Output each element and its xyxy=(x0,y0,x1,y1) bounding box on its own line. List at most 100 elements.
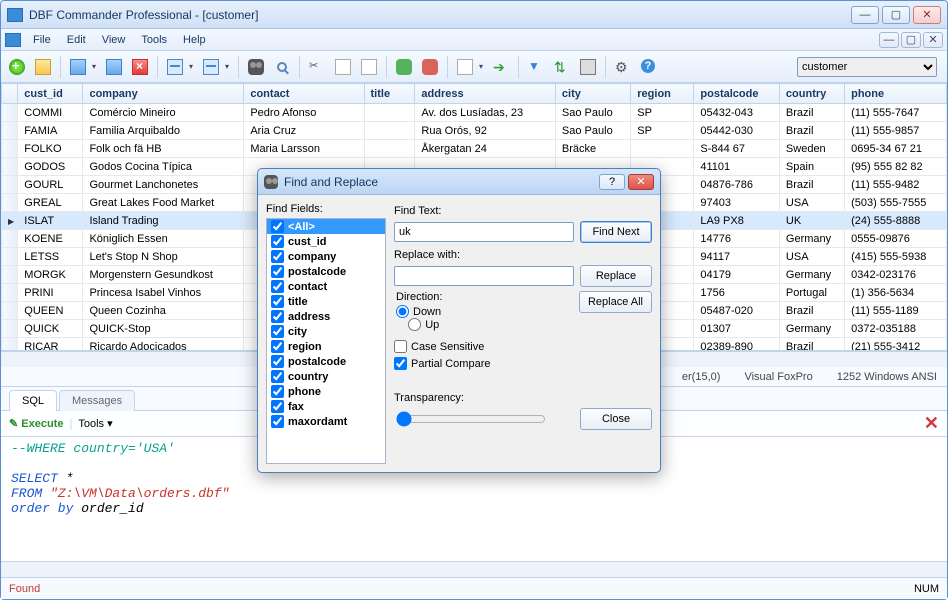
field-checkbox[interactable] xyxy=(271,250,284,263)
replace-button[interactable]: Replace xyxy=(580,265,652,287)
toolbar-delete[interactable] xyxy=(128,55,152,79)
cell[interactable]: Germany xyxy=(779,230,844,248)
cell[interactable]: S-844 67 xyxy=(694,140,780,158)
cell[interactable]: Königlich Essen xyxy=(83,230,244,248)
cell[interactable]: 0342-023176 xyxy=(845,266,947,284)
close-button[interactable]: ✕ xyxy=(913,6,941,24)
replace-all-button[interactable]: Replace All xyxy=(579,291,652,313)
replace-with-input[interactable] xyxy=(394,266,574,286)
cell[interactable]: 04179 xyxy=(694,266,780,284)
cell[interactable]: GODOS xyxy=(18,158,83,176)
field-item[interactable]: contact xyxy=(267,279,385,294)
cell[interactable]: Av. dos Lusíadas, 23 xyxy=(415,104,556,122)
cell[interactable]: (503) 555-7555 xyxy=(845,194,947,212)
cell[interactable]: RICAR xyxy=(18,338,83,352)
toolbar-new[interactable] xyxy=(5,55,29,79)
toolbar-db-remove[interactable] xyxy=(418,55,442,79)
mdi-close[interactable]: ✕ xyxy=(923,32,943,48)
cell[interactable]: 14776 xyxy=(694,230,780,248)
toolbar-filter[interactable] xyxy=(524,55,548,79)
cell[interactable]: (95) 555 82 82 xyxy=(845,158,947,176)
toolbar-export[interactable] xyxy=(453,55,487,79)
column-header-city[interactable]: city xyxy=(555,84,630,104)
cell[interactable]: Queen Cozinha xyxy=(83,302,244,320)
mdi-minimize[interactable]: — xyxy=(879,32,899,48)
menu-edit[interactable]: Edit xyxy=(59,31,94,49)
toolbar-open[interactable] xyxy=(31,55,55,79)
column-header-company[interactable]: company xyxy=(83,84,244,104)
toolbar-help[interactable] xyxy=(637,55,661,79)
field-checkbox[interactable] xyxy=(271,265,284,278)
partial-checkbox[interactable] xyxy=(394,357,407,370)
cell[interactable]: 02389-890 xyxy=(694,338,780,352)
execute-button[interactable]: Execute xyxy=(9,417,63,430)
up-radio[interactable] xyxy=(408,318,421,331)
toolbar-calc[interactable] xyxy=(576,55,600,79)
cell[interactable]: 01307 xyxy=(694,320,780,338)
direction-down[interactable]: Down xyxy=(396,305,571,318)
cell[interactable]: PRINI xyxy=(18,284,83,302)
cell[interactable]: Pedro Afonso xyxy=(244,104,364,122)
column-header-region[interactable]: region xyxy=(631,84,694,104)
field-checkbox[interactable] xyxy=(271,385,284,398)
field-item[interactable]: city xyxy=(267,324,385,339)
cell[interactable]: Brazil xyxy=(779,122,844,140)
cell[interactable]: Sao Paulo xyxy=(555,122,630,140)
toolbar-search[interactable] xyxy=(270,55,294,79)
toolbar-cut[interactable] xyxy=(305,55,329,79)
cell[interactable]: Princesa Isabel Vinhos xyxy=(83,284,244,302)
table-selector-dropdown[interactable]: customer xyxy=(797,57,937,77)
cell[interactable]: (415) 555-5938 xyxy=(845,248,947,266)
field-item[interactable]: title xyxy=(267,294,385,309)
cell[interactable]: QUEEN xyxy=(18,302,83,320)
cell[interactable]: Brazil xyxy=(779,302,844,320)
field-item[interactable]: country xyxy=(267,369,385,384)
cell[interactable]: 05432-043 xyxy=(694,104,780,122)
cell[interactable]: USA xyxy=(779,194,844,212)
cell[interactable]: LA9 PX8 xyxy=(694,212,780,230)
cell[interactable]: Godos Cocina Típica xyxy=(83,158,244,176)
cell[interactable]: (11) 555-9857 xyxy=(845,122,947,140)
cell[interactable]: SP xyxy=(631,122,694,140)
cell[interactable]: COMMI xyxy=(18,104,83,122)
cell[interactable]: QUICK-Stop xyxy=(83,320,244,338)
cell[interactable]: 0555-09876 xyxy=(845,230,947,248)
cell[interactable]: (21) 555-3412 xyxy=(845,338,947,352)
toolbar-find[interactable] xyxy=(244,55,268,79)
cell[interactable]: Gourmet Lanchonetes xyxy=(83,176,244,194)
cell[interactable]: QUICK xyxy=(18,320,83,338)
field-item[interactable]: region xyxy=(267,339,385,354)
cell[interactable]: Rua Orós, 92 xyxy=(415,122,556,140)
field-item[interactable]: fax xyxy=(267,399,385,414)
cell[interactable]: Ricardo Adocicados xyxy=(83,338,244,352)
menu-tools[interactable]: Tools xyxy=(133,31,175,49)
toolbar-structure[interactable] xyxy=(66,55,100,79)
toolbar-save[interactable] xyxy=(102,55,126,79)
table-row[interactable]: FOLKOFolk och fä HBMaria LarssonÅkergata… xyxy=(2,140,947,158)
toolbar-settings[interactable] xyxy=(611,55,635,79)
column-header-title[interactable]: title xyxy=(364,84,415,104)
cell[interactable]: 41101 xyxy=(694,158,780,176)
table-selector[interactable]: customer xyxy=(797,57,937,77)
cell[interactable]: 04876-786 xyxy=(694,176,780,194)
sql-scrollbar[interactable] xyxy=(1,561,947,577)
cell[interactable]: Brazil xyxy=(779,338,844,352)
column-header-contact[interactable]: contact xyxy=(244,84,364,104)
cell[interactable]: Maria Larsson xyxy=(244,140,364,158)
field-item[interactable]: cust_id xyxy=(267,234,385,249)
cell[interactable]: Morgenstern Gesundkost xyxy=(83,266,244,284)
maximize-button[interactable]: ▢ xyxy=(882,6,910,24)
cell[interactable] xyxy=(364,140,415,158)
cell[interactable]: MORGK xyxy=(18,266,83,284)
cell[interactable]: GREAL xyxy=(18,194,83,212)
cell[interactable]: (24) 555-8888 xyxy=(845,212,947,230)
sql-close-button[interactable]: ✕ xyxy=(924,413,939,434)
cell[interactable] xyxy=(364,104,415,122)
cell[interactable]: FOLKO xyxy=(18,140,83,158)
case-checkbox[interactable] xyxy=(394,340,407,353)
field-item[interactable]: <All> xyxy=(267,219,385,234)
cell[interactable]: Familia Arquibaldo xyxy=(83,122,244,140)
cell[interactable]: KOENE xyxy=(18,230,83,248)
dialog-titlebar[interactable]: Find and Replace ? ✕ xyxy=(258,169,660,195)
column-header-address[interactable]: address xyxy=(415,84,556,104)
